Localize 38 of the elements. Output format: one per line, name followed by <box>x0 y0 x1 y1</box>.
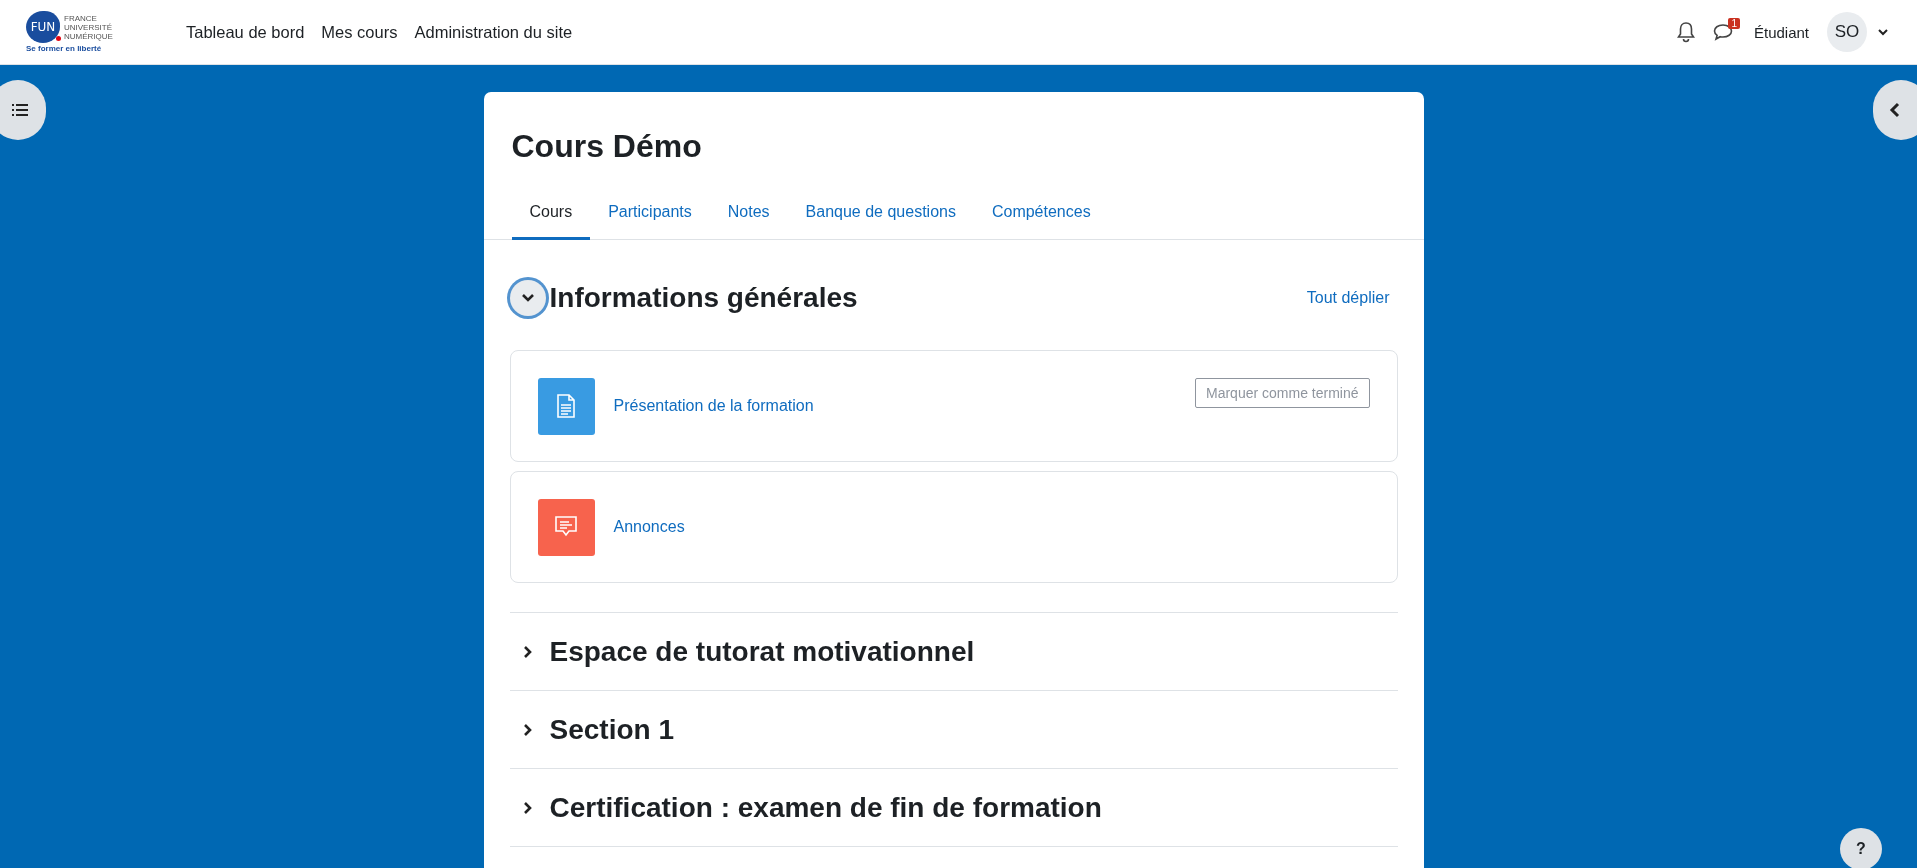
block-drawer-button[interactable] <box>1873 80 1917 140</box>
bell-icon[interactable] <box>1676 21 1697 43</box>
help-button[interactable]: ? <box>1840 828 1882 868</box>
course-title: Cours Démo <box>510 127 703 166</box>
logo-text: UNIVERSITÉ <box>64 22 113 32</box>
expand-all-link[interactable]: Tout déplier <box>1306 289 1390 307</box>
message-count-badge: 1 <box>1728 17 1740 29</box>
chevron-right-icon <box>522 644 533 659</box>
section-title[interactable]: Espace de tutorat motivationnel <box>549 635 975 668</box>
logo-text: NUMÉRIQUE <box>64 31 113 41</box>
nav-link[interactable]: Administration du site <box>414 22 573 42</box>
course-tab[interactable]: Compétences <box>973 193 1109 240</box>
user-avatar[interactable]: SO <box>1827 12 1867 52</box>
logo-text: FRANCE <box>64 13 98 23</box>
activity-link[interactable]: Présentation de la formation <box>613 397 814 415</box>
activity-link[interactable]: Annonces <box>613 518 685 536</box>
chevron-down-icon <box>520 293 535 303</box>
logo-tagline: Se former en liberté <box>26 44 103 53</box>
nav-link[interactable]: Mes cours <box>321 22 398 42</box>
course-tab[interactable]: Cours <box>511 193 591 240</box>
logo-badge[interactable]: FUN <box>26 11 60 43</box>
speech-bubble-icon[interactable] <box>537 498 595 556</box>
section-title[interactable]: Informations générales <box>549 282 858 314</box>
course-tab[interactable]: Banque de questions <box>787 193 974 240</box>
caret-icon[interactable] <box>1877 28 1889 36</box>
list-icon <box>12 103 28 117</box>
course-tab[interactable]: Participants <box>590 193 710 240</box>
chevron-right-icon <box>522 722 533 737</box>
nav-link[interactable]: Tableau de bord <box>186 22 305 42</box>
document-icon[interactable] <box>537 377 595 435</box>
section-title[interactable]: Section 1 <box>549 713 674 746</box>
course-index-button[interactable] <box>0 80 46 140</box>
section-title[interactable]: Certification : examen de fin de formation <box>549 791 1102 824</box>
user-role: Étudiant <box>1753 23 1809 41</box>
chevron-right-icon <box>522 800 533 815</box>
course-tab[interactable]: Notes <box>709 193 788 240</box>
collapse-button[interactable] <box>509 280 546 316</box>
chevron-left-icon <box>1889 102 1901 118</box>
